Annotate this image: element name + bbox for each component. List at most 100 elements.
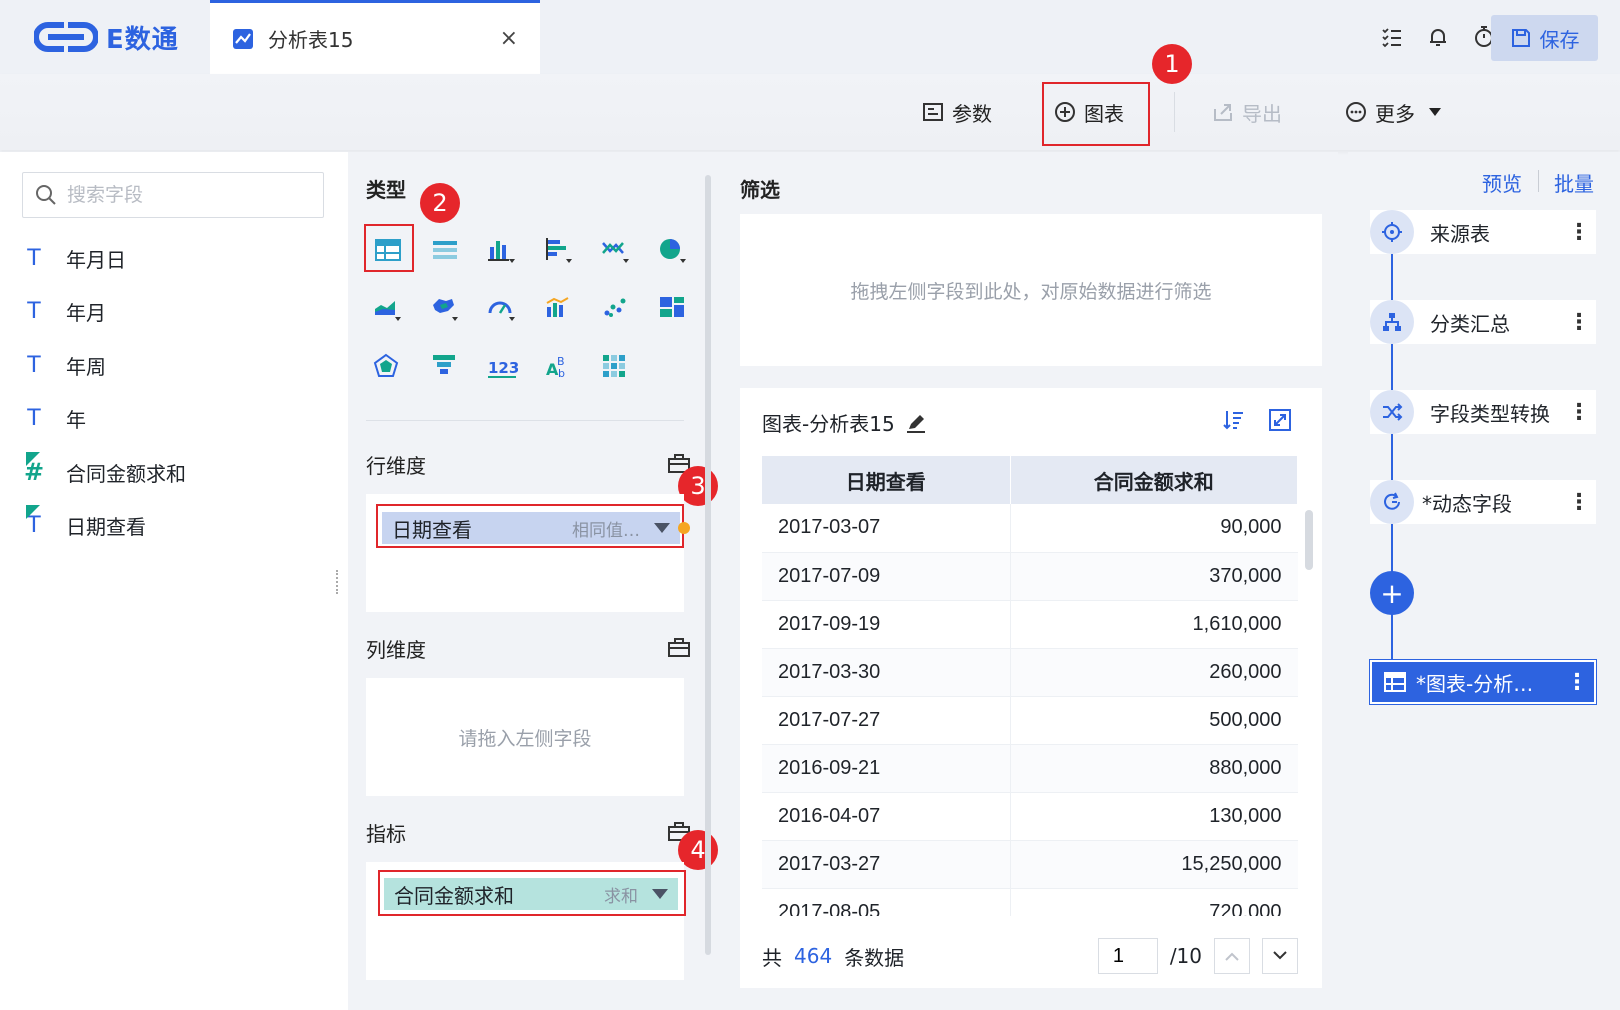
column-header[interactable]: 日期查看 bbox=[762, 456, 1011, 504]
node-menu-icon[interactable]: ⋮ bbox=[1568, 400, 1590, 425]
edit-icon[interactable] bbox=[905, 412, 927, 434]
search-input[interactable] bbox=[67, 184, 307, 206]
node-menu-icon[interactable]: ⋮ bbox=[1566, 670, 1588, 695]
field-item[interactable]: T 年周 bbox=[22, 345, 322, 385]
tab-title: 分析表15 bbox=[268, 28, 354, 52]
field-item[interactable]: T 年月日 bbox=[22, 238, 322, 278]
chart-type-combo-icon[interactable] bbox=[539, 288, 579, 328]
sort-icon[interactable] bbox=[1222, 408, 1246, 432]
field-label: 年月 bbox=[66, 300, 106, 325]
table-row: 2016-04-07 130,000 bbox=[762, 792, 1298, 841]
column-header[interactable]: 合同金额求和 bbox=[1010, 456, 1298, 504]
chart-type-gauge-icon[interactable] bbox=[482, 288, 522, 328]
total-prefix: 共 bbox=[762, 945, 782, 970]
total-suffix: 条数据 bbox=[844, 945, 905, 970]
cell-date: 2017-07-27 bbox=[762, 696, 1010, 745]
node-menu-icon[interactable]: ⋮ bbox=[1568, 220, 1590, 245]
page-input[interactable] bbox=[1097, 938, 1158, 974]
column-dimension-dropzone[interactable]: 请拖入左侧字段 bbox=[366, 678, 684, 796]
search-icon bbox=[36, 185, 56, 205]
tab-analysis-sheet[interactable]: 分析表15 × bbox=[210, 0, 540, 74]
table-icon bbox=[1384, 672, 1406, 692]
filter-dropzone[interactable]: 拖拽左侧字段到此处，对原始数据进行筛选 bbox=[740, 214, 1322, 366]
cell-amount: 260,000 bbox=[1009, 648, 1298, 697]
field-item[interactable]: T 日期查看 bbox=[22, 505, 322, 545]
bell-icon[interactable] bbox=[1426, 25, 1450, 49]
table-row: 2017-09-19 1,610,000 bbox=[762, 600, 1298, 649]
formula-marker-icon bbox=[26, 452, 40, 466]
resize-handle[interactable] bbox=[336, 570, 340, 594]
chart-type-scatter-icon[interactable] bbox=[596, 288, 636, 328]
expand-icon[interactable] bbox=[1268, 408, 1292, 432]
cell-amount: 370,000 bbox=[1009, 552, 1298, 601]
filter-title: 筛选 bbox=[740, 178, 780, 202]
chart-type-line-icon[interactable] bbox=[596, 230, 636, 270]
cell-date: 2016-04-07 bbox=[762, 792, 1010, 841]
text-type-icon: T bbox=[26, 244, 42, 271]
more-button[interactable]: 更多 bbox=[1345, 92, 1441, 132]
export-button[interactable]: 导出 bbox=[1212, 92, 1282, 132]
table-header-row: 日期查看 合同金额求和 bbox=[762, 456, 1298, 504]
node-label: 字段类型转换 bbox=[1430, 401, 1550, 426]
field-item[interactable]: T 年月 bbox=[22, 291, 322, 331]
prev-page-button[interactable] bbox=[1214, 938, 1250, 974]
step-badge-4: 4 bbox=[678, 830, 718, 870]
close-icon[interactable]: × bbox=[500, 26, 518, 51]
chart-type-radar-icon[interactable] bbox=[368, 346, 408, 386]
chart-type-heatmap-icon[interactable] bbox=[596, 346, 636, 386]
chart-type-map-icon[interactable] bbox=[425, 288, 465, 328]
search-box[interactable] bbox=[22, 172, 324, 218]
field-item[interactable]: # 合同金额求和 bbox=[22, 452, 322, 492]
field-label: 日期查看 bbox=[66, 514, 146, 539]
export-icon bbox=[1214, 104, 1232, 121]
chart-type-horizontal-bar-icon[interactable] bbox=[539, 230, 579, 270]
chart-type-wordcloud-icon[interactable]: ABb bbox=[539, 346, 579, 386]
field-item[interactable]: T 年 bbox=[22, 398, 322, 438]
clear-toolbox-icon[interactable] bbox=[666, 634, 692, 660]
params-icon bbox=[923, 103, 943, 121]
data-table: 日期查看 合同金额求和 2017-03-07 90,000 2017-07-09 3… bbox=[762, 456, 1298, 916]
text-type-icon: T bbox=[26, 404, 42, 431]
refresh-icon bbox=[1370, 480, 1414, 524]
config-scrollbar[interactable] bbox=[705, 175, 711, 955]
preview-link[interactable]: 预览 bbox=[1482, 168, 1522, 197]
cell-amount: 880,000 bbox=[1009, 744, 1298, 793]
total-count: 464 bbox=[794, 944, 833, 968]
table-viewport[interactable]: 日期查看 合同金额求和 2017-03-07 90,000 2017-07-09 3… bbox=[762, 456, 1302, 916]
next-page-button[interactable] bbox=[1262, 938, 1298, 974]
highlight-box-chart bbox=[1042, 82, 1150, 146]
more-icon bbox=[1346, 102, 1366, 122]
table-scrollbar[interactable] bbox=[1305, 510, 1313, 570]
list-check-icon[interactable] bbox=[1380, 25, 1404, 49]
export-label: 导出 bbox=[1242, 101, 1282, 126]
hierarchy-icon bbox=[1370, 300, 1414, 344]
params-label: 参数 bbox=[952, 101, 992, 126]
chart-type-number-icon[interactable]: 123 bbox=[482, 346, 522, 386]
save-label: 保存 bbox=[1539, 27, 1580, 52]
node-menu-icon[interactable]: ⋮ bbox=[1568, 310, 1590, 335]
chart-type-bar-icon[interactable] bbox=[482, 230, 522, 270]
highlight-box-table bbox=[364, 224, 414, 272]
flow-node-chart-active[interactable]: *图表-分析… ⋮ bbox=[1369, 659, 1597, 705]
status-dot bbox=[678, 522, 690, 534]
formula-marker-icon bbox=[26, 505, 40, 519]
text-type-icon: T bbox=[26, 297, 42, 324]
cell-date: 2017-03-27 bbox=[762, 840, 1010, 889]
table-footer: 共 464 条数据 /10 bbox=[762, 938, 1298, 974]
chart-type-treemap-icon[interactable] bbox=[653, 288, 693, 328]
chevron-up-icon bbox=[1225, 952, 1239, 961]
chart-type-pie-icon[interactable] bbox=[653, 230, 693, 270]
batch-link[interactable]: 批量 bbox=[1554, 168, 1594, 197]
app-logo[interactable]: E数通 bbox=[34, 16, 194, 58]
chart-type-detail-table-icon[interactable] bbox=[425, 230, 465, 270]
params-button[interactable]: 参数 bbox=[922, 92, 992, 132]
shuffle-icon bbox=[1370, 390, 1414, 434]
step-badge-1: 1 bbox=[1152, 44, 1192, 84]
node-menu-icon[interactable]: ⋮ bbox=[1568, 490, 1590, 515]
cell-date: 2017-03-30 bbox=[762, 648, 1010, 697]
add-node-button[interactable]: + bbox=[1370, 571, 1414, 615]
chart-type-funnel-icon[interactable] bbox=[425, 346, 465, 386]
node-label: 分类汇总 bbox=[1430, 311, 1510, 336]
save-button[interactable]: 保存 bbox=[1491, 15, 1598, 61]
chart-type-area-icon[interactable] bbox=[368, 288, 408, 328]
